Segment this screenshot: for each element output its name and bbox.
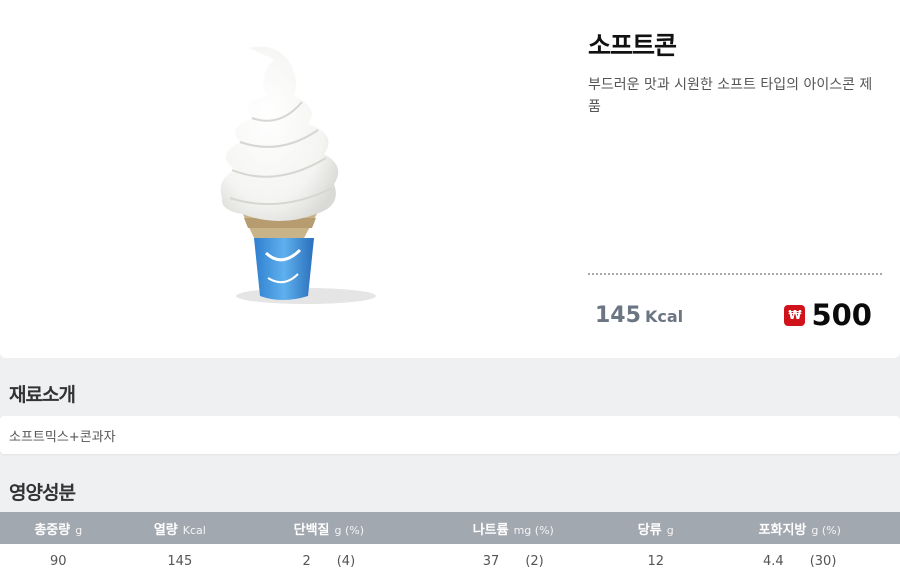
header-sodium: 나트륨 mg (%) — [414, 512, 613, 544]
nutrition-values-row: 90 145 2 (4) 37 (2) 12 4.4 (30) — [0, 544, 900, 574]
divider — [588, 273, 882, 275]
header-calories: 열량 Kcal — [116, 512, 244, 544]
product-info: 소프트콘 부드러운 맛과 시원한 소프트 타입의 아이스콘 제품 145 Kcal… — [588, 0, 884, 358]
product-card: 소프트콘 부드러운 맛과 시원한 소프트 타입의 아이스콘 제품 145 Kcal… — [0, 0, 900, 358]
ingredients-title: 재료소개 — [9, 384, 76, 406]
header-protein: 단백질 g (%) — [243, 512, 415, 544]
calories-unit: Kcal — [644, 307, 684, 326]
nutrition-header-row: 총중량 g 열량 Kcal 단백질 g (%) 나트륨 mg (%) 당류 g 포화지방 g… — [0, 512, 900, 544]
calories: 145 Kcal — [595, 303, 683, 328]
won-currency-icon: ₩ — [784, 304, 806, 326]
header-saturated-fat: 포화지방 g (%) — [699, 512, 900, 544]
soft-cone-image — [220, 46, 376, 304]
ingredients-box: 소프트믹스+콘과자 — [0, 416, 900, 454]
header-total-weight: 총중량 g — [0, 512, 117, 544]
value-total-weight: 90 — [0, 544, 117, 574]
value-calories: 145 — [116, 544, 244, 574]
value-sodium: 37 (2) — [414, 544, 613, 574]
nutrition-table: 총중량 g 열량 Kcal 단백질 g (%) 나트륨 mg (%) 당류 g 포화지방 g… — [0, 512, 900, 574]
product-name: 소프트콘 — [588, 31, 677, 60]
value-sugar: 12 — [612, 544, 700, 574]
header-sugar: 당류 g — [612, 512, 700, 544]
nutrition-title: 영양성분 — [9, 482, 76, 504]
ingredients-text: 소프트믹스+콘과자 — [9, 430, 116, 445]
value-saturated-fat: 4.4 (30) — [699, 544, 900, 574]
price-amount: 500 — [811, 298, 872, 332]
calories-value: 145 — [595, 303, 641, 328]
price: ₩ 500 — [784, 298, 872, 332]
value-protein: 2 (4) — [243, 544, 415, 574]
product-description: 부드러운 맛과 시원한 소프트 타입의 아이스콘 제품 — [588, 77, 873, 115]
